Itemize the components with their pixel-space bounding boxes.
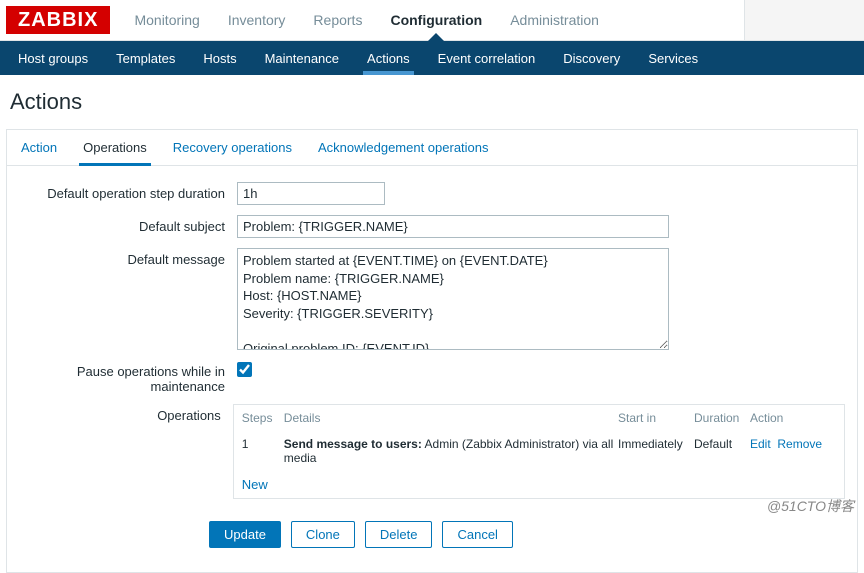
button-bar: Update Clone Delete Cancel — [19, 509, 845, 562]
sub-nav: Host groups Templates Hosts Maintenance … — [0, 41, 864, 75]
subject-input[interactable] — [237, 215, 669, 238]
remove-link[interactable]: Remove — [777, 437, 822, 451]
subnav-services[interactable]: Services — [634, 41, 712, 75]
ops-table-header: Steps Details Start in Duration Action — [234, 405, 844, 431]
tab-acknowledgement-operations[interactable]: Acknowledgement operations — [314, 130, 493, 165]
content-box: Action Operations Recovery operations Ac… — [6, 129, 858, 573]
subnav-templates[interactable]: Templates — [102, 41, 189, 75]
subnav-hosts[interactable]: Hosts — [189, 41, 250, 75]
form-area: Default operation step duration Default … — [7, 166, 857, 572]
col-details-header: Details — [284, 411, 618, 425]
edit-link[interactable]: Edit — [750, 437, 771, 451]
new-link[interactable]: New — [242, 477, 268, 492]
col-start-header: Start in — [618, 411, 694, 425]
new-operation-row: New — [234, 471, 844, 498]
search-box[interactable] — [744, 0, 864, 40]
nav-administration[interactable]: Administration — [496, 0, 613, 40]
main-nav: Monitoring Inventory Reports Configurati… — [120, 0, 612, 40]
nav-inventory[interactable]: Inventory — [214, 0, 300, 40]
nav-reports[interactable]: Reports — [299, 0, 376, 40]
subnav-event-correlation[interactable]: Event correlation — [424, 41, 550, 75]
row-details: Send message to users: Admin (Zabbix Adm… — [284, 437, 618, 465]
message-label: Default message — [19, 248, 237, 267]
tab-action[interactable]: Action — [17, 130, 61, 165]
subnav-maintenance[interactable]: Maintenance — [251, 41, 353, 75]
row-steps: 1 — [242, 437, 284, 451]
col-action-header: Action — [750, 411, 836, 425]
nav-configuration[interactable]: Configuration — [376, 0, 496, 40]
message-textarea[interactable]: Problem started at {EVENT.TIME} on {EVEN… — [237, 248, 669, 350]
logo[interactable]: ZABBIX — [6, 6, 110, 34]
tabs: Action Operations Recovery operations Ac… — [7, 130, 857, 166]
subnav-discovery[interactable]: Discovery — [549, 41, 634, 75]
table-row: 1 Send message to users: Admin (Zabbix A… — [234, 431, 844, 471]
pause-checkbox[interactable] — [237, 362, 252, 377]
header-bar: ZABBIX Monitoring Inventory Reports Conf… — [0, 0, 864, 41]
update-button[interactable]: Update — [209, 521, 281, 548]
subject-label: Default subject — [19, 215, 237, 234]
clone-button[interactable]: Clone — [291, 521, 355, 548]
subnav-host-groups[interactable]: Host groups — [4, 41, 102, 75]
cancel-button[interactable]: Cancel — [442, 521, 512, 548]
operations-label: Operations — [19, 404, 233, 423]
page-title: Actions — [0, 75, 864, 129]
col-duration-header: Duration — [694, 411, 750, 425]
row-start: Immediately — [618, 437, 694, 451]
pause-label: Pause operations while in maintenance — [19, 360, 237, 394]
watermark: @51CTO博客 — [767, 496, 854, 516]
duration-input[interactable] — [237, 182, 385, 205]
nav-monitoring[interactable]: Monitoring — [120, 0, 213, 40]
subnav-actions[interactable]: Actions — [353, 41, 424, 75]
row-duration: Default — [694, 437, 750, 451]
col-steps-header: Steps — [242, 411, 284, 425]
tab-recovery-operations[interactable]: Recovery operations — [169, 130, 296, 165]
tab-operations[interactable]: Operations — [79, 130, 151, 166]
duration-label: Default operation step duration — [19, 182, 237, 201]
operations-table: Steps Details Start in Duration Action 1… — [233, 404, 845, 499]
row-action: Edit Remove — [750, 437, 836, 451]
delete-button[interactable]: Delete — [365, 521, 433, 548]
